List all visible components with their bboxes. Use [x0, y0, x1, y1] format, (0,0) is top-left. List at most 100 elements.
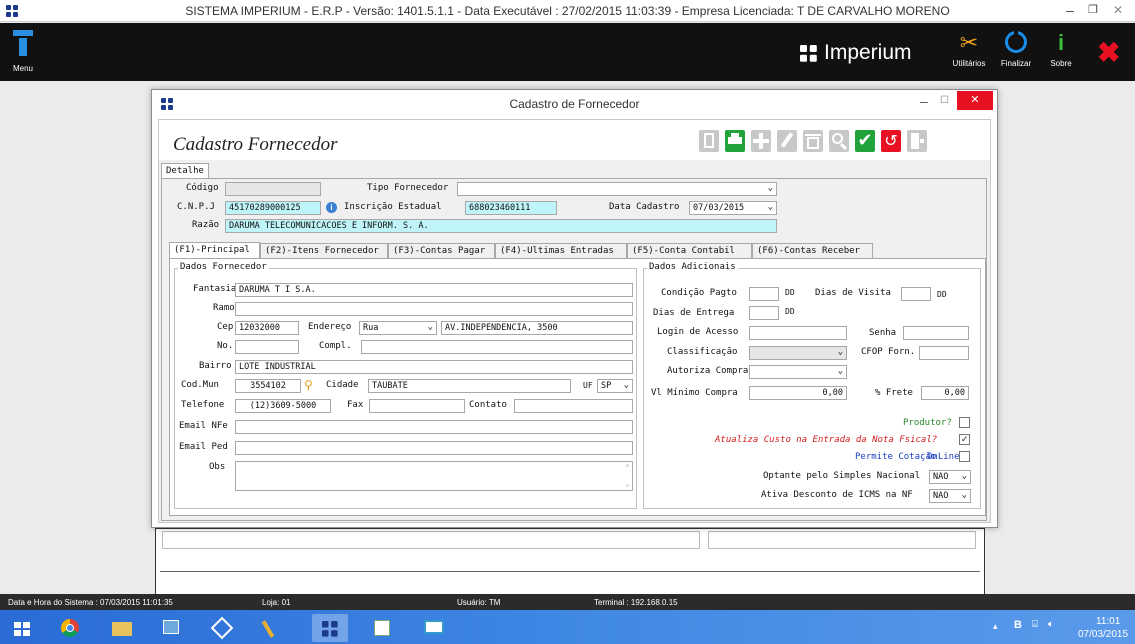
dialog-close-button[interactable]: ✕ — [957, 91, 993, 110]
data-cadastro-field[interactable]: 07/03/2015 ⌄ — [689, 201, 777, 215]
endereco-tipo-select[interactable]: Rua ⌄ — [359, 321, 437, 335]
cep-field[interactable]: 12032000 — [235, 321, 299, 335]
atualiza-custo-checkbox[interactable]: ✓ — [959, 434, 970, 445]
chevron-down-icon: ⌄ — [837, 366, 843, 376]
fantasia-field[interactable]: DARUMA T I S.A. — [235, 283, 633, 297]
search-icon[interactable]: ⚲ — [304, 378, 313, 392]
brand-logo: Imperium — [800, 41, 950, 65]
simples-nacional-select[interactable]: NAO ⌄ — [929, 470, 971, 484]
undo-button[interactable]: ↺ — [881, 130, 901, 152]
dias-visita-field[interactable] — [901, 287, 931, 301]
dias-entrega-field[interactable] — [749, 306, 779, 320]
clock-time: 11:01 — [1096, 616, 1121, 627]
chart-app-icon[interactable] — [364, 614, 400, 642]
ramo-field[interactable] — [235, 302, 633, 316]
email-nfe-field[interactable] — [235, 420, 633, 434]
tipo-fornecedor-select[interactable]: ⌄ — [457, 182, 777, 196]
power-icon — [1005, 28, 1027, 53]
cidade-field[interactable]: TAUBATE — [368, 379, 571, 393]
condicao-pagto-label: Condição Pagto — [661, 288, 737, 298]
virtualbox-icon[interactable] — [204, 614, 240, 642]
codigo-field[interactable] — [225, 182, 321, 196]
classificacao-select[interactable]: ⌄ — [749, 346, 847, 360]
produtor-checkbox[interactable] — [959, 417, 970, 428]
tools-icon: ✂ — [959, 30, 979, 55]
tab-principal[interactable]: (F1)-Principal — [169, 242, 260, 259]
search-button[interactable] — [829, 130, 849, 152]
tools-app-icon[interactable] — [254, 614, 290, 642]
restore-icon[interactable]: ❐ — [1088, 3, 1098, 16]
confirm-button[interactable]: ✔ — [855, 130, 875, 152]
tab-conta-contabil[interactable]: (F5)-Conta Contabil — [627, 243, 752, 258]
info-icon[interactable]: i — [326, 202, 337, 213]
dialog-maximize-icon[interactable]: ☐ — [940, 95, 949, 106]
permite-cotacao-checkbox[interactable] — [959, 451, 970, 462]
minimize-icon[interactable]: – — [1066, 2, 1074, 18]
utilitarios-button[interactable]: ✂ Utilitários — [950, 31, 988, 77]
email-ped-label: Email Ped — [179, 442, 228, 452]
tab-ultimas-entradas[interactable]: (F4)-Ultimas Entradas — [495, 243, 627, 258]
obs-textarea[interactable]: ⌃ ⌄ — [235, 461, 633, 491]
file-explorer-icon[interactable] — [104, 614, 140, 642]
vl-minimo-field[interactable]: 0,00 — [749, 386, 847, 400]
status-datahora: Data e Hora do Sistema : 07/03/2015 11:0… — [8, 598, 173, 607]
exit-form-button[interactable] — [907, 130, 927, 152]
volume-icon[interactable]: 🔈︎ — [1048, 619, 1054, 630]
network-tray-icon[interactable]: ⌸ — [1032, 619, 1038, 630]
add-button[interactable] — [751, 130, 771, 152]
atualiza-custo-label: Atualiza Custo na Entrada da Nota Fsical… — [715, 435, 938, 445]
menu-button[interactable]: Menu — [8, 30, 38, 78]
chrome-icon[interactable] — [52, 614, 88, 642]
desconto-icms-select[interactable]: NAO ⌄ — [929, 489, 971, 503]
uf-select[interactable]: SP ⌄ — [597, 379, 633, 393]
delete-button[interactable] — [803, 130, 823, 152]
tab-itens-fornecedor[interactable]: (F2)-Itens Fornecedor — [260, 243, 388, 258]
razao-field[interactable]: DARUMA TELECOMUNICACOES E INFORM. S. A. — [225, 219, 777, 233]
uf-value: SP — [601, 381, 612, 391]
inscricao-estadual-field[interactable]: 688023460111 — [465, 201, 557, 215]
senha-label: Senha — [869, 328, 897, 338]
sobre-button[interactable]: i Sobre — [1046, 31, 1076, 77]
scroll-down-icon[interactable]: ⌄ — [625, 478, 630, 489]
senha-field[interactable] — [903, 326, 969, 340]
dialog-minimize-icon[interactable]: – — [920, 93, 928, 109]
fax-field[interactable] — [369, 399, 465, 413]
cfop-field[interactable] — [919, 346, 969, 360]
frete-field[interactable]: 0,00 — [921, 386, 969, 400]
no-label: No. — [217, 341, 234, 351]
form-header: Cadastro Fornecedor ✔ ↺ — [159, 120, 990, 160]
network-app-icon[interactable] — [154, 614, 190, 642]
start-button[interactable] — [4, 614, 40, 642]
condicao-pagto-field[interactable] — [749, 287, 779, 301]
endereco-field[interactable]: AV.INDEPENDENCIA, 3500 — [441, 321, 633, 335]
finalizar-button[interactable]: Finalizar — [998, 28, 1034, 77]
tab-contas-receber[interactable]: (F6)-Contas Receber — [752, 243, 873, 258]
cnpj-field[interactable]: 45170289000125 — [225, 201, 321, 215]
edit-button[interactable] — [777, 130, 797, 152]
autoriza-compra-select[interactable]: ⌄ — [749, 365, 847, 379]
remote-desktop-icon[interactable] — [416, 614, 452, 642]
utilitarios-label: Utilitários — [952, 59, 986, 68]
compl-field[interactable] — [361, 340, 633, 354]
simples-nacional-label: Optante pelo Simples Nacional — [763, 471, 921, 481]
dd-label-2: DD — [937, 290, 947, 299]
status-bar: Data e Hora do Sistema : 07/03/2015 11:0… — [0, 594, 1135, 610]
email-ped-field[interactable] — [235, 441, 633, 455]
menu-label: Menu — [12, 64, 33, 73]
contato-field[interactable] — [514, 399, 633, 413]
exit-icon[interactable]: ✖ — [1097, 36, 1120, 69]
tab-contas-pagar[interactable]: (F3)-Contas Pagar — [388, 243, 495, 258]
imperium-taskbar-icon[interactable] — [312, 614, 348, 642]
fantasia-label: Fantasia — [193, 284, 237, 294]
scroll-up-icon[interactable]: ⌃ — [625, 462, 630, 473]
print-button[interactable] — [725, 130, 745, 152]
no-field[interactable] — [235, 340, 299, 354]
tray-b-icon[interactable]: B — [1014, 619, 1022, 631]
telefone-field[interactable]: (12)3609-5000 — [235, 399, 331, 413]
tray-chevron-icon[interactable]: ▴ — [993, 621, 998, 632]
codmun-field[interactable]: 3554102 — [235, 379, 301, 393]
bairro-field[interactable]: LOTE INDUSTRIAL — [235, 360, 633, 374]
new-document-button[interactable] — [699, 130, 719, 152]
login-acesso-field[interactable] — [749, 326, 847, 340]
close-icon[interactable]: ✕ — [1113, 3, 1123, 17]
